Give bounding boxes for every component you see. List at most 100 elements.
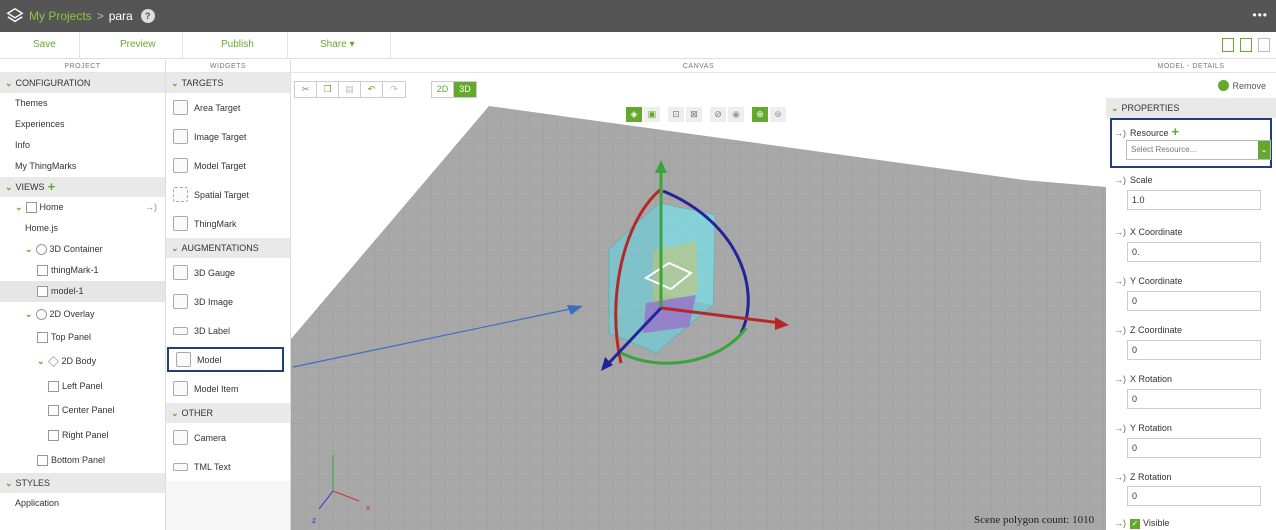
style-item-application[interactable]: Application [0,493,165,514]
chevron-down-icon[interactable]: ⌄ [25,239,33,260]
chevron-down-icon[interactable]: ⌄ [25,304,33,325]
bind-arrow-icon[interactable]: →) [1114,128,1126,138]
resource-select[interactable]: Select Resource... ⌄ [1126,140,1271,160]
widget-model[interactable]: Model [167,347,284,372]
3d-button[interactable]: 3D [454,82,476,97]
hide-icon[interactable]: ⊘ [710,107,726,122]
layout-right-icon[interactable] [1258,38,1270,52]
tree-item-center-panel[interactable]: Center Panel [0,398,165,423]
preview-button[interactable]: Preview [120,39,156,50]
my-projects-link[interactable]: My Projects [29,9,92,23]
properties-section[interactable]: ⌄ PROPERTIES [1106,98,1276,118]
bind-arrow-icon[interactable]: →) [1114,423,1126,433]
eye-icon[interactable]: ◉ [728,107,744,122]
redo-icon[interactable]: ↷ [383,82,405,97]
widget-label: 3D Gauge [194,267,236,278]
bind-arrow-icon[interactable]: →) [1114,276,1126,286]
copy-icon[interactable]: ❐ [317,82,339,97]
x-coordinate-input[interactable]: 0. [1127,242,1261,262]
views-section[interactable]: ⌄ VIEWS + [0,177,165,197]
widget-area-target[interactable]: Area Target [166,93,290,122]
configuration-section[interactable]: ⌄ CONFIGURATION [0,73,165,93]
tree-item-2d-overlay[interactable]: ⌄ 2D Overlay [0,302,165,326]
save-button[interactable]: Save [33,39,56,50]
bind-arrow-icon[interactable]: →) [1114,175,1126,185]
tree-item-3d-container[interactable]: ⌄ 3D Container [0,239,165,260]
canvas-viewport[interactable]: x z [291,73,1106,530]
select-icon[interactable]: ◈ [626,107,642,122]
y-coordinate-label-row: →) Y Coordinate [1114,276,1182,286]
undo-icon[interactable]: ↶ [361,82,383,97]
add-resource-icon[interactable]: + [1172,124,1180,139]
widget-spatial-target[interactable]: Spatial Target [166,180,290,209]
targets-section[interactable]: ⌄ TARGETS [166,73,290,93]
widget-3d-gauge[interactable]: 3D Gauge [166,258,290,287]
cut-icon[interactable]: ✂ [295,82,317,97]
fit-icon[interactable]: ▣ [644,107,660,122]
config-item-info[interactable]: Info [0,135,165,156]
widget-model-item[interactable]: Model Item [166,374,290,403]
app-logo-icon[interactable] [6,7,24,25]
layout-bottom-icon[interactable] [1240,38,1252,52]
tree-item-top-panel[interactable]: Top Panel [0,326,165,348]
more-options-icon[interactable]: ••• [1252,8,1268,22]
share-button[interactable]: Share ▾ [320,39,355,50]
bind-arrow-icon[interactable]: →) [1114,374,1126,384]
tree-item-label: Right Panel [62,430,109,440]
bind-arrow-icon[interactable]: →) [1114,472,1126,482]
chevron-down-icon[interactable]: ⌄ [15,197,23,218]
bind-arrow-icon[interactable]: →) [1114,325,1126,335]
y-coordinate-input[interactable]: 0 [1127,291,1261,311]
resource-label: Resource [1130,128,1169,138]
bind-arrow-icon[interactable]: →) [1114,227,1126,237]
augmentations-section[interactable]: ⌄ AUGMENTATIONS [166,238,290,258]
tree-item-thingmark[interactable]: thingMark-1 [0,260,165,281]
x-rotation-label: X Rotation [1130,374,1173,384]
config-item-experiences[interactable]: Experiences [0,114,165,135]
other-list: Camera TML Text [166,423,290,481]
zoom-select-icon[interactable]: ⊠ [686,107,702,122]
zoom-icon[interactable]: ⊡ [668,107,684,122]
visible-checkbox[interactable]: ✓ [1130,518,1140,529]
2d-button[interactable]: 2D [432,82,454,97]
widget-tml-text[interactable]: TML Text [166,452,290,481]
widget-3d-image[interactable]: 3D Image [166,287,290,316]
paste-icon[interactable]: ▤ [339,82,361,97]
x-rotation-input[interactable]: 0 [1127,389,1261,409]
scale-input[interactable]: 1.0 [1127,190,1261,210]
tree-item-bottom-panel[interactable]: Bottom Panel [0,448,165,473]
tree-item-model[interactable]: model-1 [0,281,165,302]
chevron-down-icon: ▾ [349,39,355,50]
tree-item-right-panel[interactable]: Right Panel [0,423,165,448]
properties-label: PROPERTIES [1121,103,1180,113]
widget-image-target[interactable]: Image Target [166,122,290,151]
config-item-thingmarks[interactable]: My ThingMarks [0,156,165,177]
styles-section[interactable]: ⌄ STYLES [0,473,165,493]
tree-item-homejs[interactable]: Home.js [0,218,165,239]
layout-left-icon[interactable] [1222,38,1234,52]
help-icon[interactable]: ? [140,9,155,23]
other-section[interactable]: ⌄ OTHER [166,403,290,423]
chevron-down-icon[interactable]: ⌄ [1258,141,1270,159]
y-rotation-input[interactable]: 0 [1127,438,1261,458]
navigate-icon[interactable]: →) [145,197,157,218]
config-item-themes[interactable]: Themes [0,93,165,114]
publish-button[interactable]: Publish [221,39,254,50]
add-view-icon[interactable]: + [48,177,56,197]
widget-thingmark[interactable]: ThingMark [166,209,290,238]
remove-button[interactable]: Remove [1218,80,1266,91]
z-rotation-input[interactable]: 0 [1127,486,1261,506]
widget-model-target[interactable]: Model Target [166,151,290,180]
tree-item-left-panel[interactable]: Left Panel [0,374,165,398]
resource-label-row: →) Resource + [1114,124,1179,139]
view-icon [25,202,37,213]
z-coordinate-input[interactable]: 0 [1127,340,1261,360]
widget-3d-label[interactable]: 3D Label [166,316,290,345]
gizmo-off-icon[interactable]: ⊕ [770,107,786,122]
bind-arrow-icon[interactable]: →) [1114,518,1126,528]
tree-item-home[interactable]: ⌄ Home →) [0,197,165,218]
tree-item-2d-body[interactable]: ⌄ 2D Body [0,348,165,374]
widget-camera[interactable]: Camera [166,423,290,452]
chevron-down-icon[interactable]: ⌄ [37,351,45,372]
gizmo-icon[interactable]: ⊕ [752,107,768,122]
